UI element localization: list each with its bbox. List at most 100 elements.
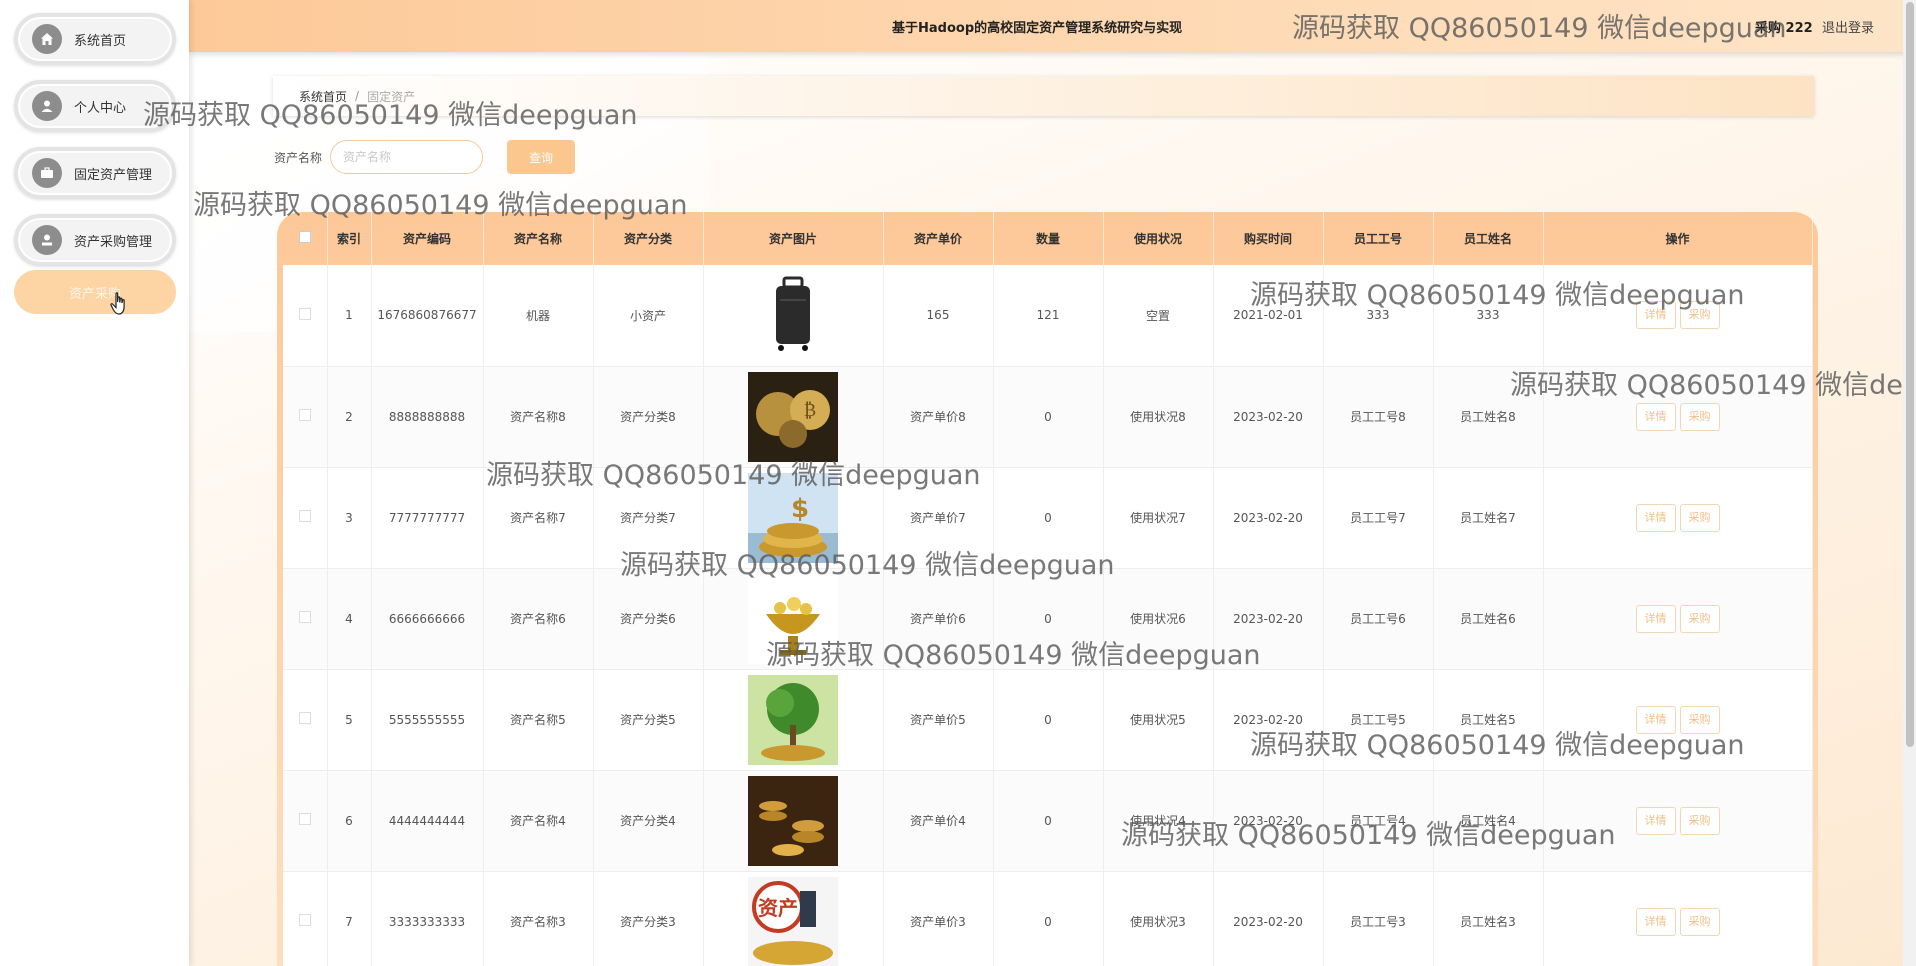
sidebar-item-purchase-management[interactable]: 资产采购管理 [14, 214, 176, 266]
column-header: 购买时间 [1213, 212, 1324, 265]
cell-index: 5 [327, 669, 372, 771]
main-content: 系统首页 / 固定资产 资产名称 查询 索引 资产编码 资产名称 资产分类 资产… [189, 52, 1916, 966]
table-header-row: 索引 资产编码 资产名称 资产分类 资产图片 资产单价 数量 使用状况 购买时间… [283, 212, 1813, 265]
purchase-button[interactable]: 采购 [1679, 604, 1720, 633]
row-checkbox-cell[interactable] [283, 366, 328, 468]
cell-quantity: 0 [993, 568, 1104, 670]
cell-asset-price: 资产单价4 [883, 770, 994, 872]
breadcrumb-home[interactable]: 系统首页 [299, 88, 347, 105]
cell-index: 6 [327, 770, 372, 872]
cell-employee-name: 员工姓名8 [1433, 366, 1544, 468]
cell-usage-status: 使用状况8 [1103, 366, 1214, 468]
scrollbar-thumb[interactable] [1906, 2, 1914, 747]
cell-asset-code: 4444444444 [371, 770, 484, 872]
row-checkbox-cell[interactable] [283, 568, 328, 670]
row-checkbox[interactable] [298, 611, 311, 623]
asset-table: 索引 资产编码 资产名称 资产分类 资产图片 资产单价 数量 使用状况 购买时间… [283, 212, 1813, 966]
cell-index: 3 [327, 467, 372, 569]
detail-button[interactable]: 详情 [1635, 907, 1676, 936]
search-button[interactable]: 查询 [507, 140, 576, 174]
detail-button[interactable]: 详情 [1635, 503, 1676, 532]
row-checkbox-cell[interactable] [283, 770, 328, 872]
row-checkbox-cell[interactable] [283, 265, 328, 367]
row-checkbox-cell[interactable] [283, 467, 328, 569]
cell-actions: 详情 采购 [1543, 669, 1813, 771]
select-all-checkbox[interactable] [298, 231, 311, 243]
sidebar-item-label: 系统首页 [74, 33, 127, 49]
cell-actions: 详情 采购 [1543, 871, 1813, 966]
breadcrumb: 系统首页 / 固定资产 [273, 76, 1814, 116]
asset-image [748, 775, 838, 866]
table-row: 5 5555555555 资产名称5 资产分类5 资产单价5 0 使用状况5 2023-02-… [283, 669, 1813, 771]
table-row: 3 7777777777 资产名称7 资产分类7 $ 资产单价7 0 使用状况7 2023-02… [283, 467, 1813, 569]
detail-button[interactable]: 详情 [1635, 604, 1676, 633]
home-icon [32, 24, 62, 54]
breadcrumb-current: 固定资产 [367, 89, 416, 104]
asset-image [748, 270, 838, 361]
cell-employee-no: 员工工号8 [1323, 366, 1434, 468]
cell-employee-name: 员工姓名5 [1433, 669, 1544, 771]
cell-purchase-date: 2023-02-20 [1213, 669, 1324, 771]
purchase-button[interactable]: 采购 [1679, 301, 1720, 330]
cell-asset-image: ₿ [703, 366, 884, 468]
sidebar-item-purchase[interactable]: 资产采购 [14, 270, 176, 314]
breadcrumb-separator: / [355, 89, 360, 103]
purchase-icon [32, 225, 62, 255]
cell-employee-name: 333 [1433, 265, 1544, 367]
asset-name-search-input[interactable] [330, 140, 484, 174]
asset-image: 资产 [748, 876, 838, 966]
cell-asset-code: 6666666666 [371, 568, 484, 670]
cell-asset-name: 资产名称6 [483, 568, 594, 670]
cell-asset-category: 资产分类3 [593, 871, 704, 966]
row-checkbox[interactable] [298, 307, 311, 320]
row-checkbox-cell[interactable] [283, 669, 328, 771]
row-checkbox[interactable] [298, 409, 311, 421]
purchase-button[interactable]: 采购 [1679, 705, 1720, 734]
sidebar-item-asset-management[interactable]: 固定资产管理 [14, 147, 176, 199]
cell-actions: 详情 采购 [1543, 265, 1813, 367]
cell-employee-no: 员工工号5 [1323, 669, 1434, 771]
cell-actions: 详情 采购 [1543, 770, 1813, 872]
sidebar-item-home[interactable]: 系统首页 [14, 13, 176, 65]
cell-asset-code: 7777777777 [371, 467, 484, 569]
column-header: 员工姓名 [1433, 212, 1544, 265]
column-header: 资产编码 [371, 212, 484, 265]
column-header: 操作 [1543, 212, 1813, 265]
user-icon [32, 91, 62, 121]
cell-asset-name: 资产名称5 [483, 669, 594, 771]
cell-employee-name: 员工姓名6 [1433, 568, 1544, 670]
cell-asset-price: 资产单价7 [883, 467, 994, 569]
column-header: 数量 [993, 212, 1104, 265]
detail-button[interactable]: 详情 [1635, 806, 1676, 835]
logout-link[interactable]: 退出登录 [1822, 17, 1874, 36]
cell-asset-price: 资产单价5 [883, 669, 994, 771]
detail-button[interactable]: 详情 [1635, 705, 1676, 734]
row-checkbox-cell[interactable] [283, 871, 328, 966]
cell-usage-status: 空置 [1103, 265, 1214, 367]
briefcase-icon [32, 158, 62, 188]
detail-button[interactable]: 详情 [1635, 301, 1676, 330]
current-user: 采购 222 [1755, 21, 1813, 36]
select-all-checkbox-cell[interactable] [283, 212, 328, 265]
purchase-button[interactable]: 采购 [1679, 907, 1720, 936]
cell-quantity: 0 [993, 366, 1104, 468]
cell-asset-name: 资产名称3 [483, 871, 594, 966]
cell-asset-code: 5555555555 [371, 669, 484, 771]
row-checkbox[interactable] [298, 712, 311, 724]
purchase-button[interactable]: 采购 [1679, 806, 1720, 835]
row-checkbox[interactable] [298, 510, 311, 522]
purchase-button[interactable]: 采购 [1679, 402, 1720, 431]
row-checkbox[interactable] [298, 914, 311, 926]
row-checkbox[interactable] [298, 813, 311, 825]
search-bar: 资产名称 查询 [274, 140, 576, 174]
svg-text:₿: ₿ [804, 400, 816, 421]
cell-asset-category: 资产分类7 [593, 467, 704, 569]
cell-index: 4 [327, 568, 372, 670]
purchase-button[interactable]: 采购 [1679, 503, 1720, 532]
table-row: 4 6666666666 资产名称6 资产分类6 资产单价6 0 使用状况6 2023-02-… [283, 568, 1813, 670]
sidebar-item-profile[interactable]: 个人中心 [14, 80, 176, 132]
detail-button[interactable]: 详情 [1635, 402, 1676, 431]
cell-asset-category: 小资产 [593, 265, 704, 367]
column-header: 员工工号 [1323, 212, 1434, 265]
page-scrollbar[interactable] [1903, 0, 1916, 966]
